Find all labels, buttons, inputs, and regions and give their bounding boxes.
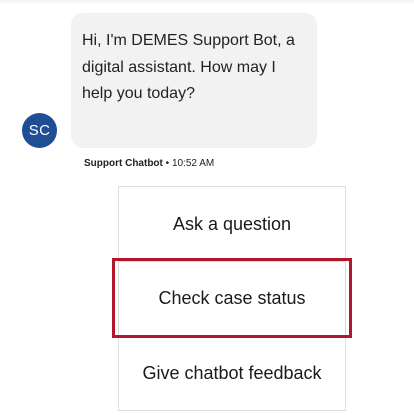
top-shadow — [0, 0, 414, 4]
option-give-chatbot-feedback[interactable]: Give chatbot feedback — [119, 336, 345, 410]
meta-separator: • — [162, 158, 172, 169]
quick-reply-options: Ask a question Check case status Give ch… — [118, 186, 346, 411]
message-time: 10:52 AM — [171, 158, 215, 169]
option-ask-a-question[interactable]: Ask a question — [119, 187, 345, 261]
chat-window: Hi, I'm DEMES Support Bot, a digital ass… — [0, 0, 414, 418]
option-check-case-status[interactable]: Check case status — [119, 261, 345, 335]
message-author: Support Chatbot — [84, 158, 163, 169]
avatar: SC — [22, 113, 57, 148]
bot-message-bubble: Hi, I'm DEMES Support Bot, a digital ass… — [71, 13, 317, 148]
bot-message-text: Hi, I'm DEMES Support Bot, a digital ass… — [82, 32, 295, 102]
message-meta: Support Chatbot • 10:52 AM — [84, 158, 214, 169]
